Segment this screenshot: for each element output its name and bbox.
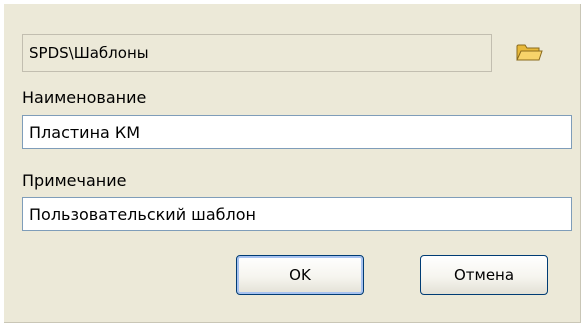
template-dialog: SPDS\Шаблоны Наименование Примечание OK … bbox=[4, 4, 581, 323]
template-path-field: SPDS\Шаблоны bbox=[22, 34, 492, 72]
name-input[interactable] bbox=[22, 115, 572, 149]
name-label: Наименование bbox=[22, 88, 147, 107]
note-label: Примечание bbox=[22, 171, 127, 190]
note-input[interactable] bbox=[22, 197, 572, 231]
ok-button[interactable]: OK bbox=[236, 255, 364, 295]
folder-open-icon bbox=[516, 44, 543, 61]
cancel-button[interactable]: Отмена bbox=[420, 255, 548, 295]
browse-folder-button[interactable] bbox=[514, 39, 544, 65]
